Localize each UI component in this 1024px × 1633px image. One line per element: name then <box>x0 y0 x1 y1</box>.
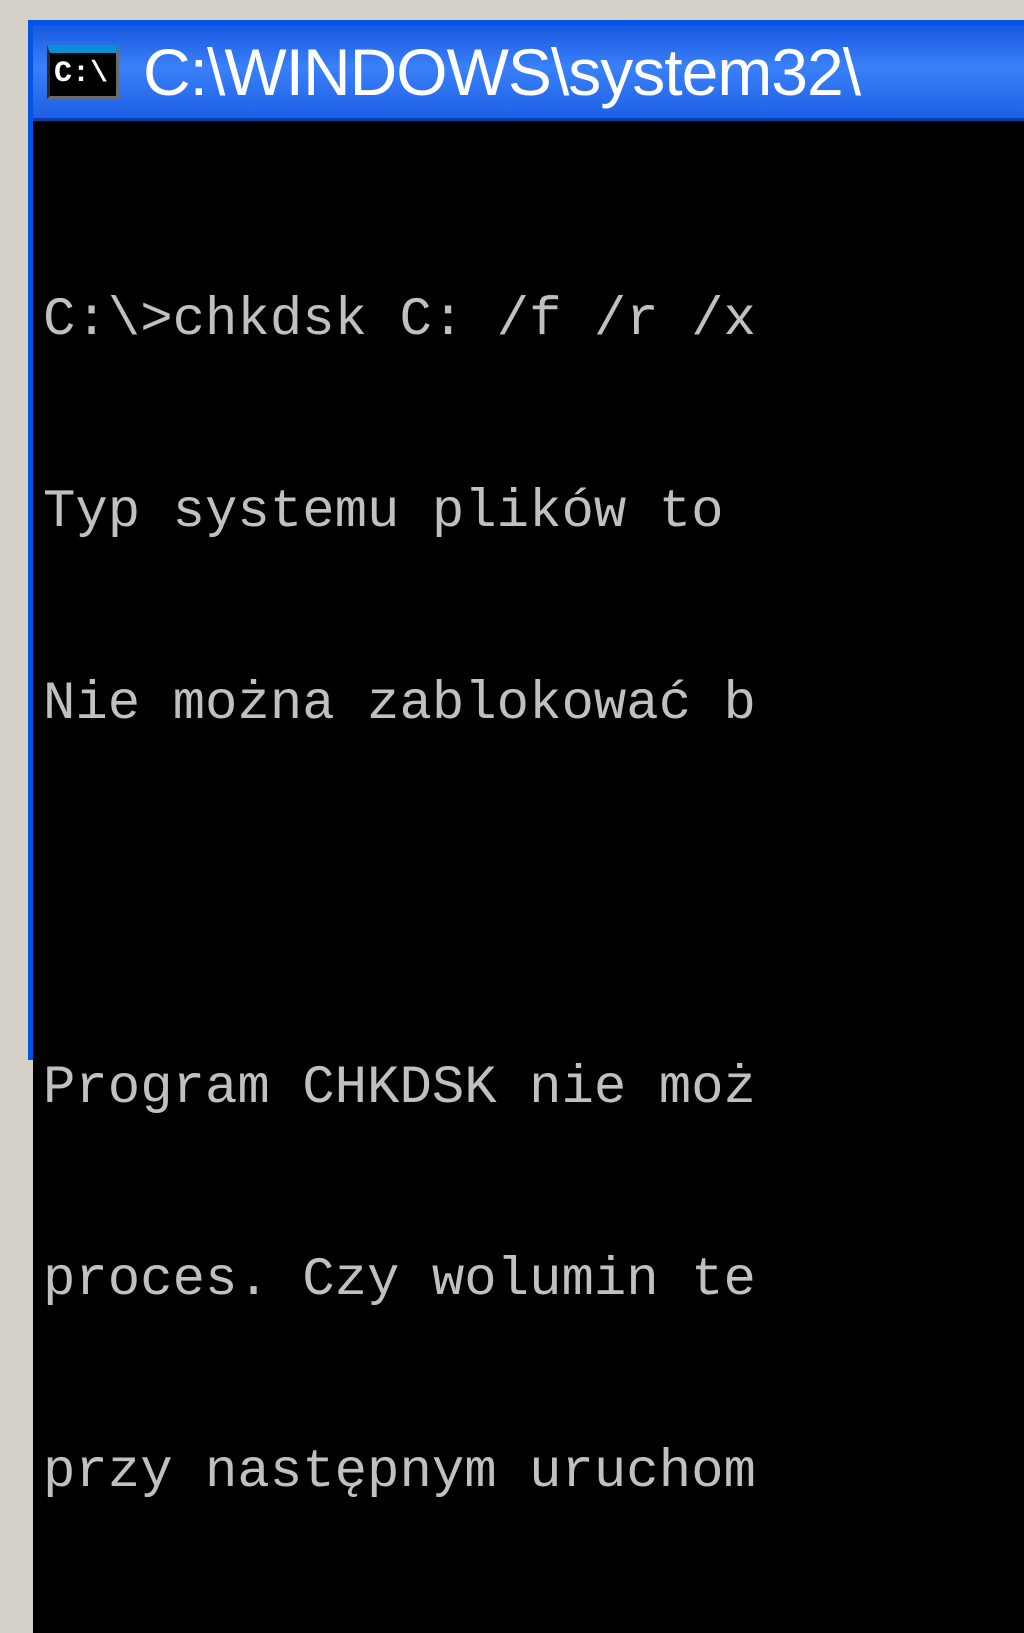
cmd-icon-label: C:\ <box>54 59 108 89</box>
window-title: C:\WINDOWS\system32\ <box>143 34 860 110</box>
command-prompt-window: C:\ C:\WINDOWS\system32\ C:\>chkdsk C: /… <box>28 20 1024 1060</box>
console-line: Typ systemu plików to <box>43 481 1024 545</box>
console-line: przy następnym uruchom <box>43 1441 1024 1505</box>
console-line: Program CHKDSK nie moż <box>43 1057 1024 1121</box>
console-output[interactable]: C:\>chkdsk C: /f /r /x Typ systemu plikó… <box>33 121 1024 1633</box>
console-line: proces. Czy wolumin te <box>43 1249 1024 1313</box>
cmd-icon: C:\ <box>47 45 119 99</box>
console-line: Nie można zablokować b <box>43 673 1024 737</box>
console-line: C:\>chkdsk C: /f /r /x <box>43 289 1024 353</box>
titlebar[interactable]: C:\ C:\WINDOWS\system32\ <box>33 25 1024 121</box>
console-blank-line <box>43 865 1024 929</box>
